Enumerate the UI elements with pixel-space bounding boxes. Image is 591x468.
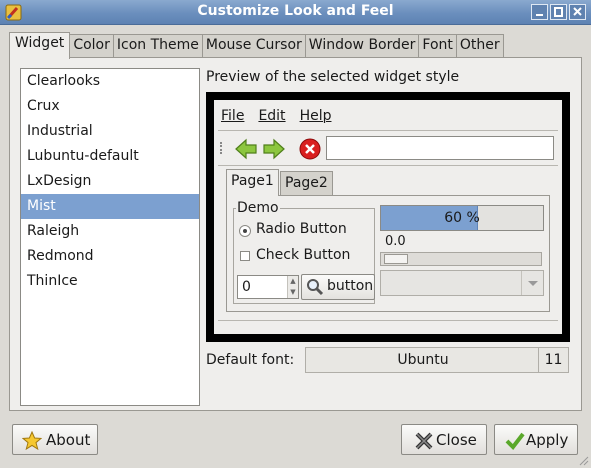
demo-frame: Demo Radio Button Check Button 0 ▲ ▼ butt… — [233, 200, 375, 304]
scale-value: 0.0 — [385, 234, 406, 249]
minimize-button[interactable] — [531, 4, 548, 20]
back-arrow-icon[interactable] — [234, 137, 258, 161]
tab-mouse-cursor[interactable]: Mouse Cursor — [201, 34, 306, 58]
maximize-icon — [554, 7, 563, 17]
tab-page2[interactable]: Page2 — [280, 171, 333, 195]
maximize-button[interactable] — [550, 4, 567, 20]
progress-bar: 60 % — [380, 205, 544, 231]
close-button[interactable]: Close — [401, 424, 487, 455]
theme-item-crux[interactable]: Crux — [21, 94, 199, 119]
preview-bottom-divider — [218, 320, 558, 321]
preview-menu-edit[interactable]: Edit — [251, 105, 292, 127]
preview-frame: File Edit Help Page1 Page2 Demo Radio Bu… — [206, 92, 570, 342]
close-x-icon — [415, 432, 433, 450]
search-icon — [307, 279, 324, 296]
scale-slider-thumb[interactable] — [384, 254, 408, 264]
apply-button[interactable]: Apply — [494, 424, 578, 455]
theme-item-redmond[interactable]: Redmond — [21, 244, 199, 269]
combo-box[interactable] — [380, 270, 544, 296]
preview-area: File Edit Help Page1 Page2 Demo Radio Bu… — [214, 100, 562, 334]
theme-item-mist[interactable]: Mist — [21, 194, 199, 219]
tab-page1[interactable]: Page1 — [226, 169, 279, 196]
radio-button-label[interactable]: Radio Button — [256, 221, 347, 237]
preview-menu-file[interactable]: File — [214, 105, 251, 127]
apply-button-label: Apply — [526, 431, 569, 449]
stop-icon[interactable] — [298, 137, 322, 161]
window-title: Customize Look and Feel — [197, 3, 394, 19]
progress-text: 60 % — [444, 210, 480, 226]
demo-button[interactable]: button — [301, 274, 375, 300]
tab-color[interactable]: Color — [69, 34, 114, 58]
default-font-label: Default font: — [206, 352, 295, 368]
about-button[interactable]: About — [12, 424, 98, 455]
close-button-label: Close — [436, 431, 477, 449]
tab-icon-theme[interactable]: Icon Theme — [112, 34, 203, 58]
demo-frame-label: Demo — [236, 200, 280, 216]
theme-item-lubuntu-default[interactable]: Lubuntu-default — [21, 144, 199, 169]
theme-item-clearlooks[interactable]: Clearlooks — [21, 69, 199, 94]
horizontal-scale[interactable] — [380, 252, 542, 266]
close-window-button[interactable] — [569, 4, 586, 20]
font-name: Ubuntu — [397, 352, 449, 368]
tab-widget[interactable]: Widget — [9, 32, 71, 59]
tab-font[interactable]: Font — [418, 34, 457, 58]
forward-arrow-icon[interactable] — [262, 137, 286, 161]
chevron-down-icon — [528, 281, 538, 286]
preview-label: Preview of the selected widget style — [206, 69, 460, 85]
combo-arrow[interactable] — [521, 271, 543, 295]
font-picker-button[interactable]: Ubuntu 11 — [305, 347, 569, 373]
star-icon — [22, 431, 42, 451]
about-button-label: About — [46, 431, 91, 449]
minimize-icon — [536, 14, 543, 16]
spin-value: 0 — [242, 279, 251, 295]
spin-button[interactable]: 0 ▲ ▼ — [237, 275, 299, 299]
theme-item-industrial[interactable]: Industrial — [21, 119, 199, 144]
preview-menubar: File Edit Help — [214, 105, 338, 127]
check-button-box[interactable] — [240, 251, 250, 261]
checkmark-icon — [505, 432, 525, 451]
tab-other[interactable]: Other — [455, 34, 504, 58]
title-bar[interactable]: Customize Look and Feel — [0, 0, 591, 25]
theme-item-lxdesign[interactable]: LxDesign — [21, 169, 199, 194]
spin-arrows-icon[interactable]: ▲ ▼ — [287, 276, 298, 298]
settings-tabs: Widget Color Icon Theme Mouse Cursor Win… — [9, 32, 504, 59]
radio-button-indicator[interactable] — [239, 225, 251, 237]
font-size: 11 — [538, 348, 568, 372]
preview-menu-help[interactable]: Help — [293, 105, 339, 127]
theme-item-thinice[interactable]: ThinIce — [21, 269, 199, 294]
toolbar-grip-icon[interactable] — [220, 142, 223, 154]
theme-item-raleigh[interactable]: Raleigh — [21, 219, 199, 244]
tab-window-border[interactable]: Window Border — [304, 34, 420, 58]
demo-button-label: button — [327, 278, 374, 294]
theme-list[interactable]: Clearlooks Crux Industrial Lubuntu-defau… — [20, 68, 200, 406]
resize-grip-icon[interactable] — [577, 454, 589, 466]
menubar-divider — [218, 130, 558, 131]
check-button-label[interactable]: Check Button — [256, 247, 350, 263]
preview-text-entry[interactable] — [326, 136, 554, 160]
toolbar-divider — [218, 165, 558, 166]
preview-page-panel: Demo Radio Button Check Button 0 ▲ ▼ butt… — [226, 195, 550, 312]
close-icon — [573, 7, 582, 16]
